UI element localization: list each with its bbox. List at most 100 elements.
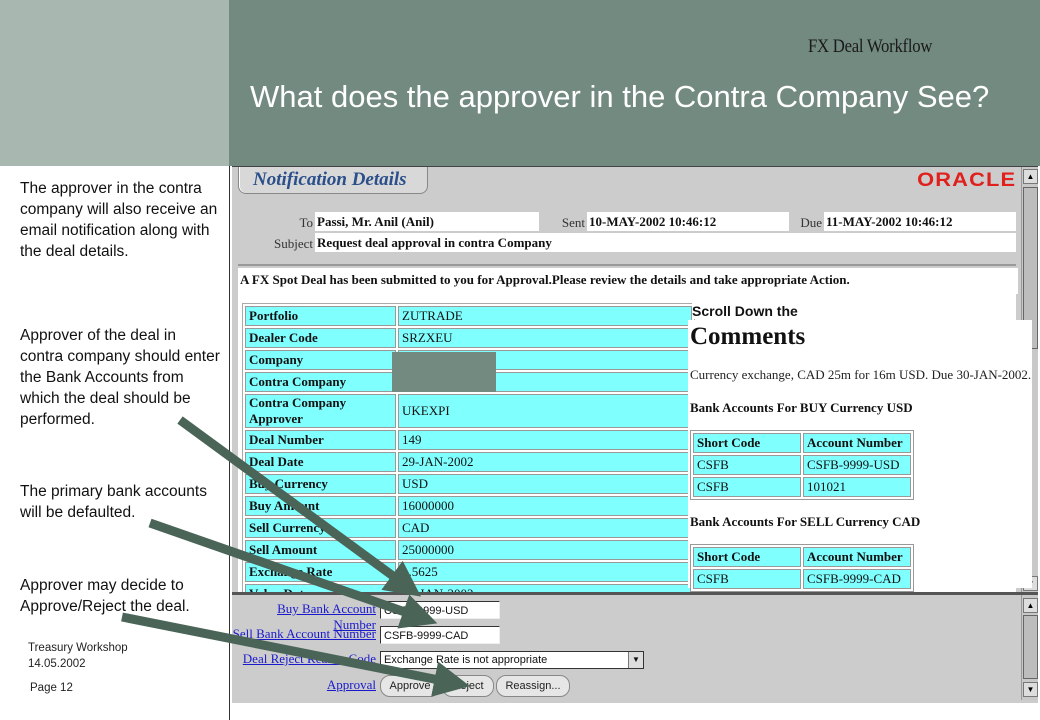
table-row: Contra Company Approver UKEXPI (245, 394, 692, 428)
comments-heading: Comments (690, 323, 806, 350)
sent-label: Sent (561, 215, 585, 230)
vertical-divider (229, 166, 230, 720)
deal-field-value: 1.5625 (398, 562, 692, 582)
deal-field-label: Company (245, 350, 396, 370)
deal-field-value: 25000000 (398, 540, 692, 560)
scroll-down-hint: Scroll Down the (692, 303, 802, 319)
subject-value: Request deal approval in contra Company (315, 233, 1016, 252)
deal-field-value: CAD (398, 518, 692, 538)
deal-field-label: Contra Company Approver (245, 394, 396, 428)
to-label: To (299, 215, 313, 230)
col-account-number: Account Number (803, 547, 911, 567)
table-header-row: Short Code Account Number (693, 433, 911, 453)
col-short-code: Short Code (693, 433, 801, 453)
deal-field-label: Buy Currency (245, 474, 396, 494)
footer-page: Page 12 (30, 682, 73, 694)
scroll-up-icon[interactable]: ▲ (1023, 169, 1038, 184)
reject-reason-select[interactable]: Exchange Rate is not appropriate ▼ (380, 651, 644, 669)
redacted-company-values (392, 352, 496, 392)
deal-field-label: Sell Currency (245, 518, 396, 538)
table-row: Deal Number 149 (245, 430, 692, 450)
deal-field-value: USD (398, 474, 692, 494)
reject-reason-link[interactable]: Deal Reject Reason Code (232, 651, 376, 667)
deal-details-table: Portfolio ZUTRADE Dealer Code SRZXEU Company… (242, 303, 695, 607)
notification-details-tab[interactable]: Notification Details (238, 167, 428, 194)
header-row-subject: Subject Request deal approval in contra … (232, 233, 1022, 253)
scroll-thumb[interactable] (1023, 615, 1038, 679)
table-row: Deal Date 29-JAN-2002 (245, 452, 692, 472)
footer-date: 14.05.2002 (28, 658, 86, 670)
sell-accounts-heading: Bank Accounts For SELL Currency CAD (690, 514, 921, 529)
approval-link[interactable]: Approval (232, 677, 376, 693)
header-left-block (0, 0, 229, 166)
due-label: Due (800, 215, 822, 230)
deal-field-label: Deal Number (245, 430, 396, 450)
short-code-cell: CSFB (693, 477, 801, 497)
footer-event: Treasury Workshop 14.05.2002 (28, 640, 128, 672)
deal-field-value: ZUTRADE (398, 306, 692, 326)
footer-event-name: Treasury Workshop (28, 642, 128, 654)
deal-field-value: SRZXEU (398, 328, 692, 348)
reject-button[interactable]: Reject (442, 675, 494, 697)
account-number-cell: 101021 (803, 477, 911, 497)
table-row: Buy Currency USD (245, 474, 692, 494)
note-approve-reject: Approver may decide to Approve/Reject th… (20, 577, 190, 615)
deal-field-value: 29-JAN-2002 (398, 452, 692, 472)
deal-field-label: Buy Amount (245, 496, 396, 516)
col-account-number: Account Number (803, 433, 911, 453)
to-value: Passi, Mr. Anil (Anil) (315, 212, 539, 231)
sell-account-link[interactable]: Sell Bank Account Number (232, 626, 376, 642)
table-row: CSFB 101021 (693, 477, 911, 497)
short-code-cell: CSFB (693, 569, 801, 589)
sent-value: 10-MAY-2002 10:46:12 (587, 212, 789, 231)
col-short-code: Short Code (693, 547, 801, 567)
table-row: CSFB CSFB-9999-USD (693, 455, 911, 475)
oracle-logo: ORACLE (916, 170, 1016, 191)
note-email-notification: The approver in the contra company will … (20, 180, 218, 260)
table-header-row: Short Code Account Number (693, 547, 911, 567)
deal-field-value: 149 (398, 430, 692, 450)
table-row: Portfolio ZUTRADE (245, 306, 692, 326)
form-scrollbar[interactable]: ▲ ▼ (1021, 595, 1038, 700)
table-row: Dealer Code SRZXEU (245, 328, 692, 348)
header-row-to: To Passi, Mr. Anil (Anil) Sent 10-MAY-20… (232, 212, 1022, 232)
deal-field-label: Dealer Code (245, 328, 396, 348)
sell-account-input[interactable]: CSFB-9999-CAD (380, 626, 500, 644)
buy-accounts-table: Short Code Account Number CSFB CSFB-9999… (690, 430, 914, 500)
scroll-up-icon[interactable]: ▲ (1023, 598, 1038, 613)
notification-details-label: Notification Details (253, 169, 407, 190)
approval-form-frame: Buy Bank Account Number CSFB-9999-USD Se… (232, 592, 1038, 703)
comments-text: Currency exchange, CAD 25m for 16m USD. … (690, 367, 1032, 382)
short-code-cell: CSFB (693, 455, 801, 475)
slide-title: What does the approver in the Contra Com… (250, 79, 990, 114)
subject-label: Subject (274, 236, 313, 251)
deal-field-label: Portfolio (245, 306, 396, 326)
buy-accounts-heading: Bank Accounts For BUY Currency USD (690, 400, 913, 415)
sell-accounts-table: Short Code Account Number CSFB CSFB-9999… (690, 544, 914, 592)
deal-field-label: Sell Amount (245, 540, 396, 560)
note-default-accounts: The primary bank accounts will be defaul… (20, 483, 207, 521)
account-number-cell: CSFB-9999-CAD (803, 569, 911, 589)
buy-account-input[interactable]: CSFB-9999-USD (380, 601, 500, 619)
deal-field-label: Contra Company (245, 372, 396, 392)
due-value: 11-MAY-2002 10:46:12 (824, 212, 1016, 231)
deal-field-label: Deal Date (245, 452, 396, 472)
reassign-button[interactable]: Reassign... (496, 675, 570, 697)
dropdown-arrow-icon[interactable]: ▼ (628, 652, 643, 668)
approve-button[interactable]: Approve (380, 675, 440, 697)
table-row: Sell Currency CAD (245, 518, 692, 538)
reject-reason-value: Exchange Rate is not appropriate (384, 654, 548, 666)
table-row: Buy Amount 16000000 (245, 496, 692, 516)
section-label: FX Deal Workflow (808, 36, 933, 57)
scroll-down-icon[interactable]: ▼ (1023, 682, 1038, 697)
deal-field-value: UKEXPI (398, 394, 692, 428)
table-row: Sell Amount 25000000 (245, 540, 692, 560)
deal-field-value: 16000000 (398, 496, 692, 516)
note-enter-bank-accounts: Approver of the deal in contra company s… (20, 327, 220, 428)
table-row: Exchange Rate 1.5625 (245, 562, 692, 582)
deal-field-label: Exchange Rate (245, 562, 396, 582)
header-separator (238, 264, 1016, 266)
account-number-cell: CSFB-9999-USD (803, 455, 911, 475)
table-row: CSFB CSFB-9999-CAD (693, 569, 911, 589)
notification-message: A FX Spot Deal has been submitted to you… (238, 268, 1018, 294)
